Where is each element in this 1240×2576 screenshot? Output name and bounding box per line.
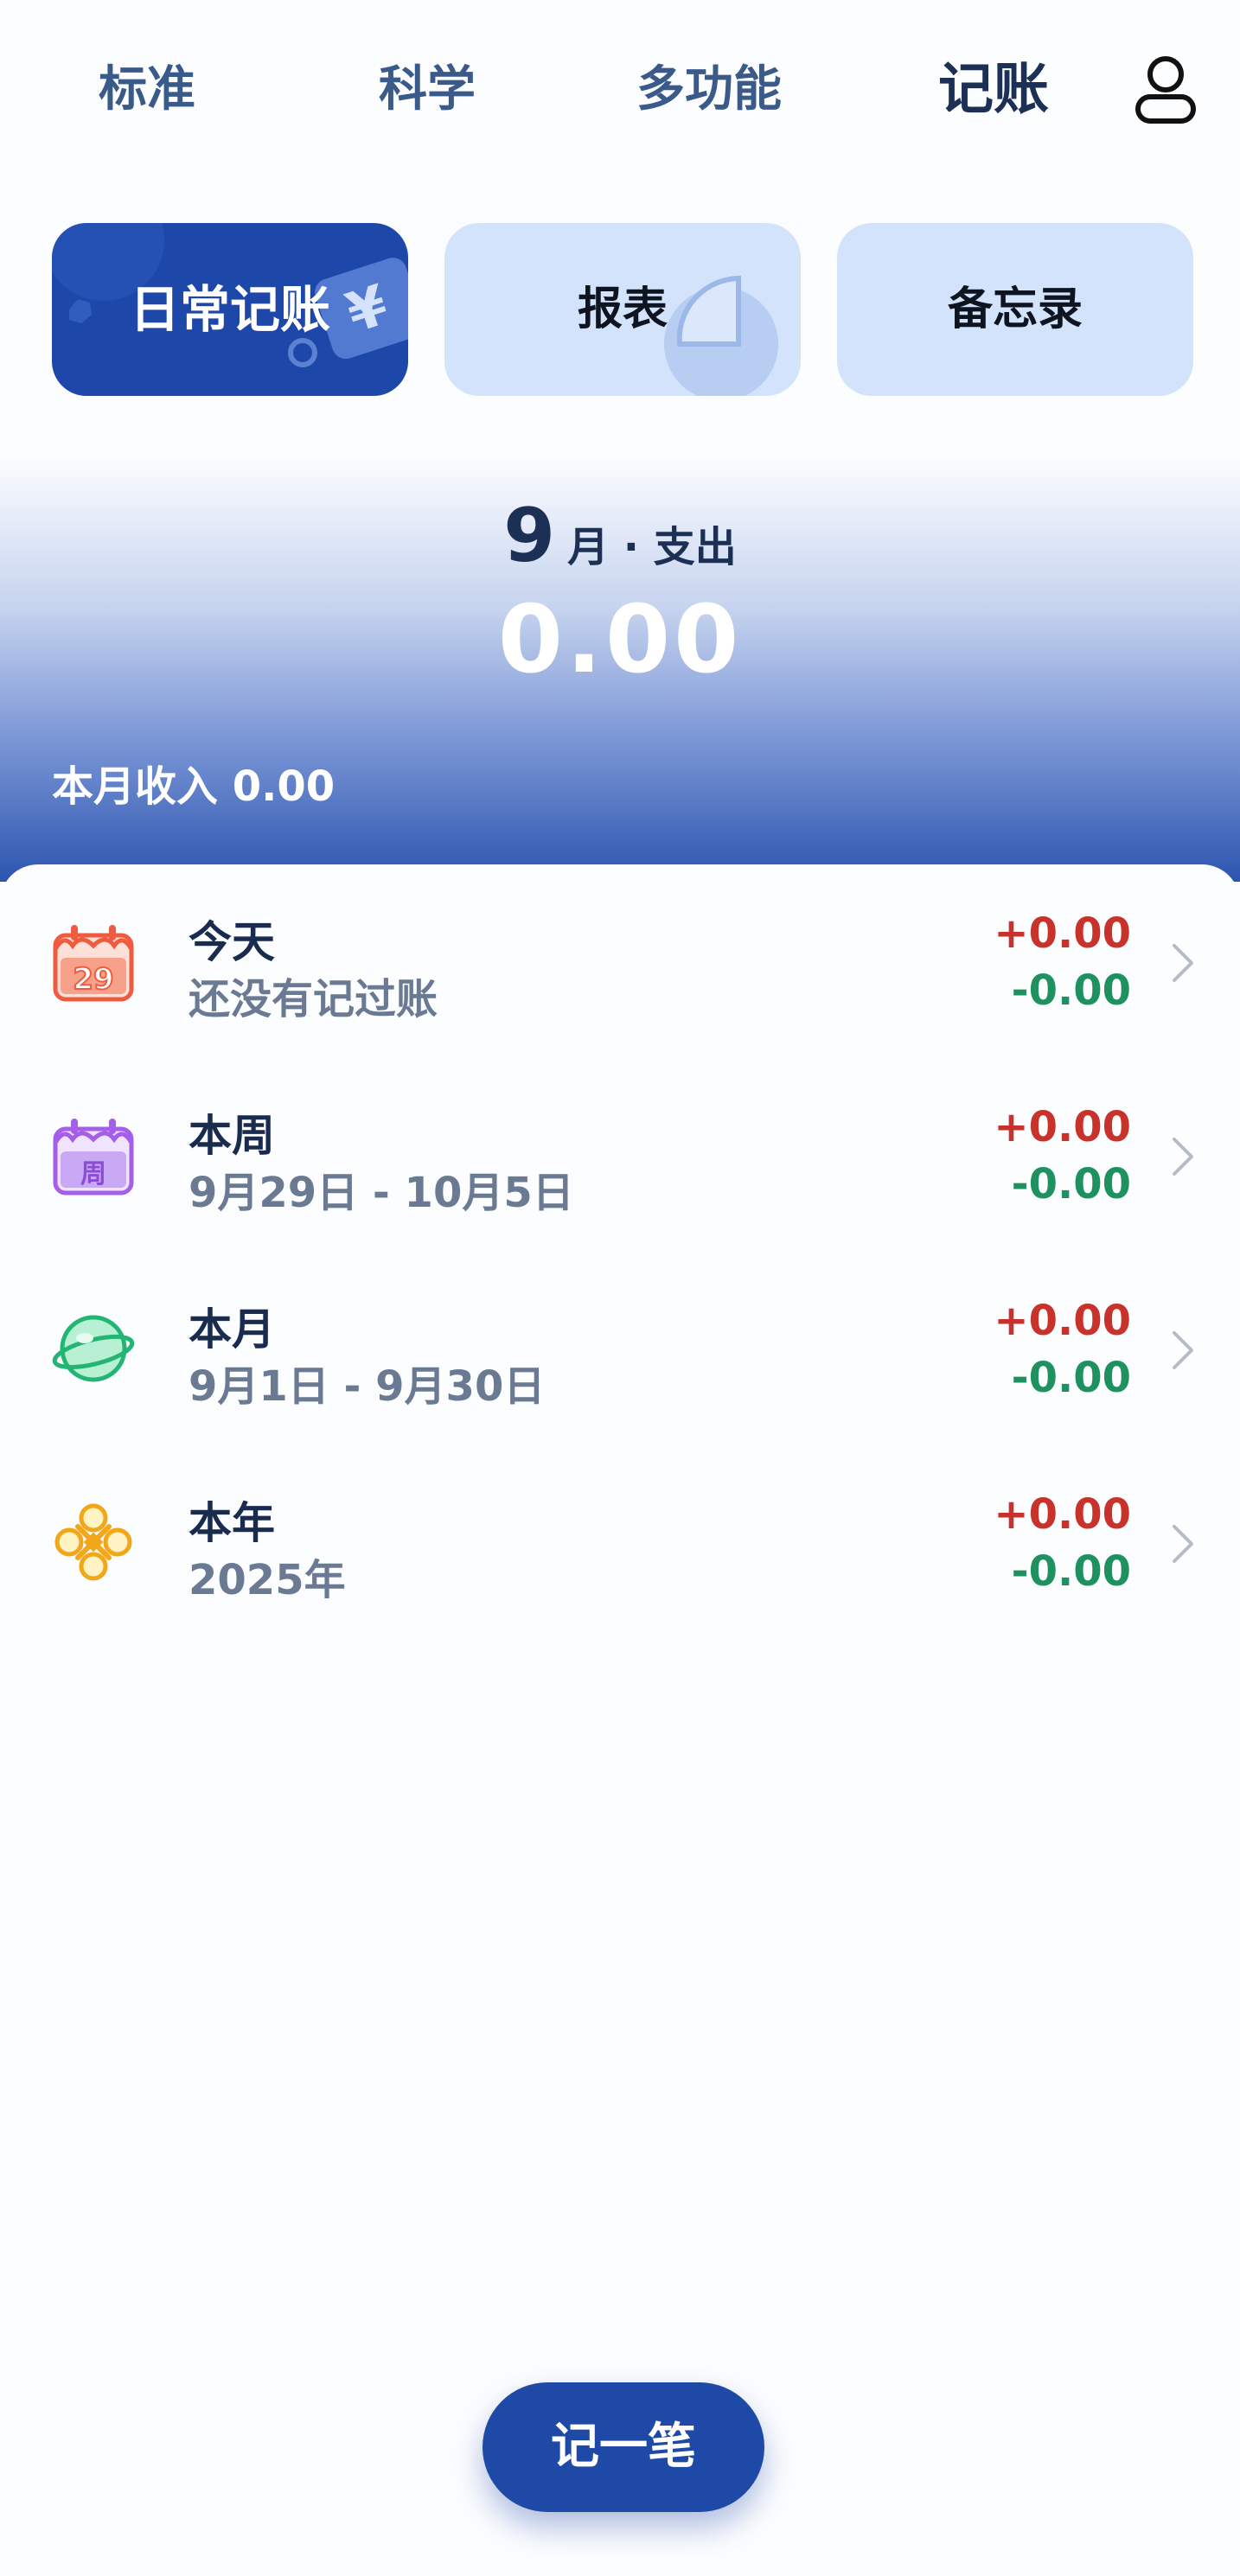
top-nav: 标准 科学 多功能 记账 xyxy=(0,0,1240,173)
chevron-right-icon xyxy=(1173,1331,1193,1369)
row-expense: -0.00 xyxy=(1011,1160,1131,1208)
mode-card-memo[interactable]: 备忘录 xyxy=(837,223,1193,396)
row-subtitle: 2025年 xyxy=(189,1556,346,1604)
row-expense: -0.00 xyxy=(1011,1354,1131,1402)
summary-month: 9月 · 支出 xyxy=(0,493,1240,579)
row-title: 今天 xyxy=(189,917,275,967)
user-icon[interactable] xyxy=(1133,54,1198,126)
svg-text:29: 29 xyxy=(73,962,113,997)
list-item-week[interactable]: 周 本周 9月29日 - 10月5日 +0.00 -0.00 xyxy=(0,1058,1240,1252)
mode-card-label: 备忘录 xyxy=(947,284,1083,335)
planet-icon xyxy=(52,1315,135,1382)
tab-science[interactable]: 科学 xyxy=(367,55,488,124)
tab-ledger[interactable]: 记账 xyxy=(929,55,1058,124)
row-income: +0.00 xyxy=(994,1490,1131,1539)
calendar-29-icon: 29 xyxy=(53,925,134,1002)
chevron-right-icon xyxy=(1173,1525,1193,1563)
row-income: +0.00 xyxy=(994,1103,1131,1151)
list-item-year[interactable]: 本年 2025年 +0.00 -0.00 xyxy=(0,1445,1240,1639)
mode-card-report[interactable]: 报表 xyxy=(444,223,801,396)
mode-card-daily-ledger[interactable]: ¥ 日常记账 xyxy=(52,223,408,396)
row-title: 本年 xyxy=(189,1498,275,1548)
calendar-week-icon: 周 xyxy=(53,1119,134,1196)
svg-text:周: 周 xyxy=(80,1159,106,1189)
ledger-page: 标准 科学 多功能 记账 ¥ 日常记账 报表 备忘录 9 月 · 支出 0.00… xyxy=(0,0,1240,2576)
row-income: +0.00 xyxy=(994,1297,1131,1345)
period-list: 29 今天 还没有记过账 +0.00 -0.00 周 本周 9月29日 - 10… xyxy=(0,864,1240,2576)
month-income: 本月收入 0.00 xyxy=(52,762,336,811)
chevron-right-icon xyxy=(1173,1138,1193,1176)
expense-total: 0.00 xyxy=(497,586,743,694)
row-title: 本月 xyxy=(189,1304,275,1355)
chinese-knot-icon xyxy=(54,1503,132,1581)
month-number: 9 xyxy=(503,493,556,579)
add-entry-button[interactable]: 记一笔 xyxy=(483,2382,764,2512)
row-subtitle: 9月1日 - 9月30日 xyxy=(189,1362,546,1411)
tab-multifunction[interactable]: 多功能 xyxy=(623,55,796,124)
chevron-right-icon xyxy=(1173,944,1193,982)
row-title: 本周 xyxy=(189,1111,275,1161)
row-subtitle: 9月29日 - 10月5日 xyxy=(189,1169,574,1217)
row-expense: -0.00 xyxy=(1011,1547,1131,1596)
month-expense-label: 月 · 支出 xyxy=(567,523,737,571)
row-subtitle: 还没有记过账 xyxy=(189,975,438,1023)
row-income: +0.00 xyxy=(994,909,1131,958)
list-item-today[interactable]: 29 今天 还没有记过账 +0.00 -0.00 xyxy=(0,864,1240,1058)
tab-standard[interactable]: 标准 xyxy=(86,55,208,124)
list-item-month[interactable]: 本月 9月1日 - 9月30日 +0.00 -0.00 xyxy=(0,1252,1240,1445)
mode-card-label: 日常记账 xyxy=(129,280,330,339)
mode-card-label: 报表 xyxy=(577,284,668,335)
row-expense: -0.00 xyxy=(1011,966,1131,1015)
monthly-summary: 9月 · 支出 0.00 本月收入 0.00 xyxy=(0,458,1240,882)
